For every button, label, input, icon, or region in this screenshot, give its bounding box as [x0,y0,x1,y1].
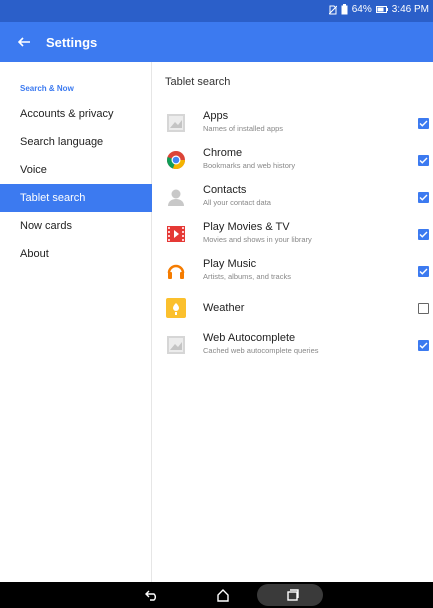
row-subtitle: Cached web autocomplete queries [203,346,319,355]
setting-row-play-music[interactable]: Play Music Artists, albums, and tracks [153,253,433,290]
sidebar-item-voice[interactable]: Voice [0,156,152,184]
chrome-checkbox[interactable] [418,155,429,166]
recents-nav-icon [287,589,299,601]
web-autocomplete-checkbox[interactable] [418,340,429,351]
sidebar-header: Search & Now [20,84,74,93]
sidebar-item-about[interactable]: About [0,240,152,268]
setting-row-play-movies[interactable]: Play Movies & TV Movies and shows in you… [153,216,433,253]
sidebar-item-label: Tablet search [20,192,86,204]
back-nav-icon [145,590,156,601]
battery-saver-icon [341,4,348,15]
page-title: Settings [46,35,98,50]
contacts-icon [168,189,184,206]
sidebar-item-accounts-privacy[interactable]: Accounts & privacy [0,100,152,128]
setting-row-weather[interactable]: Weather [153,290,433,327]
setting-row-chrome[interactable]: Chrome Bookmarks and web history [153,142,433,179]
sidebar-item-label: Voice [20,164,47,176]
row-title: Weather [203,302,245,314]
tablet-search-panel: Tablet search Apps Names of installed ap… [153,62,433,582]
back-button[interactable] [14,32,34,52]
app-bar: Settings [0,22,433,62]
row-subtitle: Names of installed apps [203,124,284,133]
status-bar: 64% 3:46 PM [0,0,433,22]
recents-nav-button[interactable] [283,586,303,604]
row-title: Play Music [203,258,257,270]
navigation-bar [0,582,433,608]
row-subtitle: Bookmarks and web history [203,161,296,170]
sidebar-item-label: Accounts & privacy [20,108,114,120]
settings-sidebar: Search & Now Accounts & privacy Search l… [0,62,152,582]
battery-icon [375,6,388,13]
row-title: Chrome [203,147,243,159]
contacts-checkbox[interactable] [418,192,429,203]
home-nav-icon [217,589,229,602]
row-subtitle: All your contact data [203,198,271,207]
home-nav-button[interactable] [213,586,233,604]
status-icons: 64% 3:46 PM [328,4,429,15]
web-autocomplete-icon [167,336,185,354]
apps-icon [167,114,185,132]
setting-row-web-autocomplete[interactable]: Web Autocomplete Cached web autocomplete… [153,327,433,364]
row-subtitle: Movies and shows in your library [203,235,312,244]
row-title: Apps [203,110,229,122]
sidebar-item-now-cards[interactable]: Now cards [0,212,152,240]
sidebar-item-search-language[interactable]: Search language [0,128,152,156]
sidebar-item-label: Now cards [20,220,72,232]
weather-icon [166,298,186,318]
clock: 3:46 PM [391,4,429,15]
battery-percent: 64% [351,4,372,15]
play-movies-checkbox[interactable] [418,229,429,240]
apps-checkbox[interactable] [418,118,429,129]
sidebar-item-label: Search language [20,136,104,148]
row-title: Play Movies & TV [203,221,290,233]
play-music-checkbox[interactable] [418,266,429,277]
sidebar-item-label: About [20,248,49,260]
setting-row-contacts[interactable]: Contacts All your contact data [153,179,433,216]
section-title: Tablet search [165,76,231,88]
back-nav-button[interactable] [142,586,162,604]
weather-checkbox[interactable] [418,303,429,314]
chrome-icon [166,151,186,170]
no-sim-icon [328,5,337,14]
play-movies-icon [167,226,185,242]
setting-row-apps[interactable]: Apps Names of installed apps [153,105,433,142]
row-title: Contacts [203,184,247,196]
row-subtitle: Artists, albums, and tracks [203,272,291,281]
play-music-icon [167,264,185,279]
row-title: Web Autocomplete [203,332,296,344]
sidebar-item-tablet-search[interactable]: Tablet search [0,184,152,212]
arrow-back-icon [18,37,30,47]
